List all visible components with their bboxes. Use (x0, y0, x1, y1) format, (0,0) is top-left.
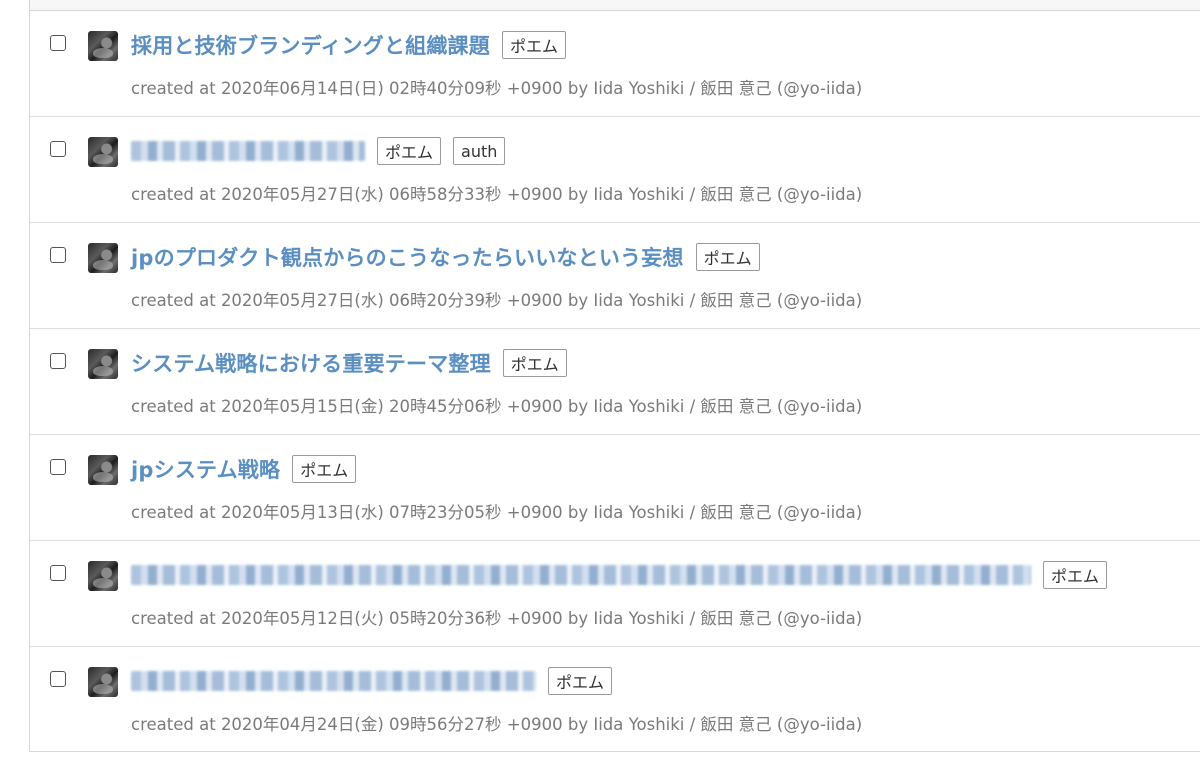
post-meta: created at 2020年05月15日(金) 20時45分06秒 +090… (131, 393, 862, 417)
post-row: jpのプロダクト観点からのこうなったらいいなという妄想 ポエム created at… (30, 223, 1200, 329)
post-title-link[interactable]: jpシステム戦略 (131, 454, 280, 484)
by-label: by (567, 715, 589, 734)
tag-badge[interactable]: auth (453, 137, 506, 165)
post-title-line: システム戦略における重要テーマ整理 ポエム (131, 346, 567, 380)
created-date: 2020年05月12日(火) 05時20分36秒 +0900 (220, 609, 563, 628)
post-title-link[interactable]: jpのプロダクト観点からのこうなったらいいなという妄想 (131, 242, 684, 272)
tag-badge[interactable]: ポエム (695, 243, 760, 271)
author-link[interactable]: Iida Yoshiki / 飯田 意己 (@yo-iida) (593, 609, 862, 628)
post-title-line: ポエム (131, 558, 1108, 592)
post-meta: created at 2020年04月24日(金) 09時56分27秒 +090… (131, 711, 862, 735)
tag-badge[interactable]: ポエム (377, 137, 442, 165)
author-link[interactable]: Iida Yoshiki / 飯田 意己 (@yo-iida) (593, 715, 862, 734)
select-checkbox[interactable] (50, 247, 66, 263)
author-avatar[interactable] (88, 243, 118, 273)
author-link[interactable]: Iida Yoshiki / 飯田 意己 (@yo-iida) (593, 79, 862, 98)
select-checkbox[interactable] (50, 671, 66, 687)
by-label: by (567, 503, 589, 522)
created-date: 2020年05月27日(水) 06時20分39秒 +0900 (220, 291, 563, 310)
created-label: created at (131, 79, 216, 98)
tag-badge[interactable]: ポエム (548, 667, 613, 695)
by-label: by (567, 609, 589, 628)
by-label: by (567, 79, 589, 98)
created-label: created at (131, 291, 216, 310)
post-row: システム戦略における重要テーマ整理 ポエム created at 2020年05月1… (30, 329, 1200, 435)
post-title-line: jpのプロダクト観点からのこうなったらいいなという妄想 ポエム (131, 240, 760, 274)
select-checkbox[interactable] (50, 353, 66, 369)
created-label: created at (131, 185, 216, 204)
created-label: created at (131, 397, 216, 416)
created-label: created at (131, 715, 216, 734)
post-title-line: ポエム (131, 664, 613, 698)
created-label: created at (131, 609, 216, 628)
by-label: by (567, 397, 589, 416)
by-label: by (567, 291, 589, 310)
select-checkbox[interactable] (50, 459, 66, 475)
created-date: 2020年04月24日(金) 09時56分27秒 +0900 (220, 715, 563, 734)
post-meta: created at 2020年05月13日(水) 07時23分05秒 +090… (131, 499, 862, 523)
tag-badge[interactable]: ポエム (1043, 561, 1108, 589)
post-title-line: jpシステム戦略 ポエム (131, 452, 357, 486)
author-avatar[interactable] (88, 561, 118, 591)
select-checkbox[interactable] (50, 35, 66, 51)
list-top-strip (30, 0, 1200, 11)
tag-badge[interactable]: ポエム (501, 31, 566, 59)
post-title-link[interactable]: システム戦略における重要テーマ整理 (131, 348, 491, 378)
author-link[interactable]: Iida Yoshiki / 飯田 意己 (@yo-iida) (593, 397, 862, 416)
author-avatar[interactable] (88, 31, 118, 61)
author-link[interactable]: Iida Yoshiki / 飯田 意己 (@yo-iida) (593, 185, 862, 204)
post-title-line: 採用と技術ブランディングと組織課題 ポエム (131, 28, 566, 62)
redacted-post-title[interactable] (131, 141, 365, 161)
post-meta: created at 2020年05月12日(火) 05時20分36秒 +090… (131, 605, 862, 629)
post-meta: created at 2020年05月27日(水) 06時58分33秒 +090… (131, 181, 862, 205)
created-date: 2020年05月15日(金) 20時45分06秒 +0900 (220, 397, 563, 416)
author-avatar[interactable] (88, 455, 118, 485)
created-date: 2020年06月14日(日) 02時40分09秒 +0900 (220, 79, 563, 98)
post-row: ポエム created at 2020年05月12日(火) 05時20分36秒 +… (30, 541, 1200, 647)
post-row: jpシステム戦略 ポエム created at 2020年05月13日(水) 07時… (30, 435, 1200, 541)
post-title-link[interactable]: 採用と技術ブランディングと組織課題 (131, 30, 490, 60)
select-checkbox[interactable] (50, 565, 66, 581)
post-row: ポエム auth created at 2020年05月27日(水) 06時58分3… (30, 117, 1200, 223)
post-list: 採用と技術ブランディングと組織課題 ポエム created at 2020年06月1… (29, 0, 1200, 752)
post-row: 採用と技術ブランディングと組織課題 ポエム created at 2020年06月1… (30, 11, 1200, 117)
post-row: ポエム created at 2020年04月24日(金) 09時56分27秒 +… (30, 647, 1200, 751)
author-link[interactable]: Iida Yoshiki / 飯田 意己 (@yo-iida) (593, 291, 862, 310)
author-avatar[interactable] (88, 349, 118, 379)
post-title-line: ポエム auth (131, 134, 506, 168)
tag-badge[interactable]: ポエム (502, 349, 567, 377)
author-avatar[interactable] (88, 137, 118, 167)
author-avatar[interactable] (88, 667, 118, 697)
tag-badge[interactable]: ポエム (292, 455, 357, 483)
author-link[interactable]: Iida Yoshiki / 飯田 意己 (@yo-iida) (593, 503, 862, 522)
post-meta: created at 2020年05月27日(水) 06時20分39秒 +090… (131, 287, 862, 311)
post-meta: created at 2020年06月14日(日) 02時40分09秒 +090… (131, 75, 862, 99)
redacted-post-title[interactable] (131, 565, 1031, 585)
created-label: created at (131, 503, 216, 522)
created-date: 2020年05月27日(水) 06時58分33秒 +0900 (220, 185, 563, 204)
select-checkbox[interactable] (50, 141, 66, 157)
by-label: by (567, 185, 589, 204)
created-date: 2020年05月13日(水) 07時23分05秒 +0900 (220, 503, 563, 522)
redacted-post-title[interactable] (131, 671, 536, 691)
